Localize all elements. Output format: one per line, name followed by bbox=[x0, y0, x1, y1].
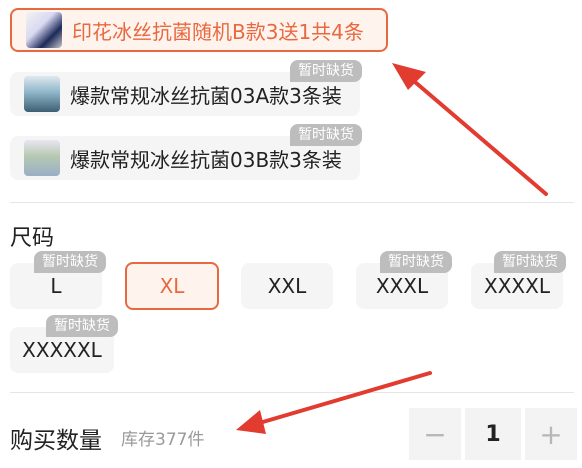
size-label: XL bbox=[159, 274, 185, 298]
size-label: L bbox=[50, 274, 62, 298]
section-divider bbox=[10, 202, 574, 203]
size-label: XXXL bbox=[375, 274, 429, 298]
size-option-xxl[interactable]: XXL bbox=[241, 263, 333, 309]
size-label: XXXXL bbox=[484, 274, 550, 298]
out-of-stock-badge: 暂时缺货 bbox=[290, 60, 362, 82]
product-thumbnail bbox=[24, 140, 60, 176]
section-divider bbox=[10, 392, 574, 393]
style-option-1[interactable]: 印花冰丝抗菌随机B款3送1共4条 bbox=[10, 8, 388, 52]
out-of-stock-badge: 暂时缺货 bbox=[34, 251, 106, 273]
minus-icon: − bbox=[423, 417, 447, 451]
style-option-label: 爆款常规冰丝抗菌03A款3条装 bbox=[70, 83, 342, 108]
quantity-decrease-button[interactable]: − bbox=[409, 408, 461, 460]
annotation-arrow bbox=[236, 371, 432, 434]
size-title: 尺码 bbox=[10, 226, 55, 251]
out-of-stock-badge: 暂时缺货 bbox=[46, 315, 118, 337]
quantity-increase-button[interactable]: + bbox=[525, 408, 577, 460]
product-thumbnail bbox=[26, 12, 62, 48]
out-of-stock-badge: 暂时缺货 bbox=[290, 124, 362, 146]
size-option-xl[interactable]: XL bbox=[125, 262, 219, 310]
size-label: XXL bbox=[267, 274, 307, 298]
plus-icon: + bbox=[539, 417, 563, 451]
out-of-stock-badge: 暂时缺货 bbox=[380, 251, 452, 273]
stock-count: 库存377件 bbox=[121, 430, 205, 450]
style-option-label: 爆款常规冰丝抗菌03B款3条装 bbox=[70, 147, 342, 172]
out-of-stock-badge: 暂时缺货 bbox=[494, 251, 566, 273]
style-option-label: 印花冰丝抗菌随机B款3送1共4条 bbox=[72, 19, 364, 44]
product-thumbnail bbox=[24, 76, 60, 112]
quantity-label: 购买数量 bbox=[10, 428, 102, 454]
quantity-value[interactable]: 1 bbox=[465, 408, 521, 460]
annotation-arrow bbox=[392, 63, 548, 196]
size-label: XXXXXL bbox=[22, 338, 102, 362]
